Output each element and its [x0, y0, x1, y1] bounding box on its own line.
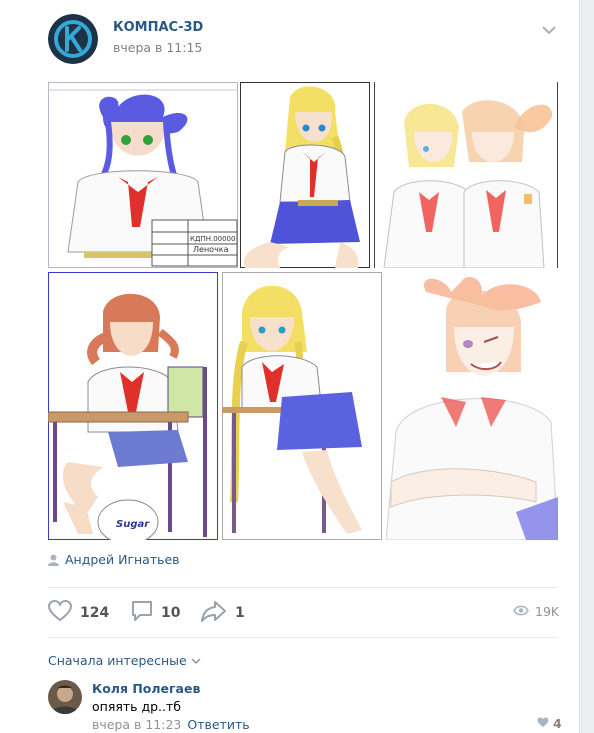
- eye-icon: [513, 604, 529, 619]
- kompas-logo: [48, 14, 98, 64]
- comment-meta: вчера в 11:23 Ответить: [92, 717, 250, 732]
- chevron-down-icon[interactable]: [540, 22, 558, 36]
- views-count: 19K: [535, 604, 560, 619]
- comment-button[interactable]: 10: [131, 600, 180, 626]
- comment-reply-link[interactable]: Ответить: [187, 717, 249, 732]
- divider-actions: [48, 587, 558, 588]
- comment-avatar[interactable]: [48, 680, 82, 714]
- community-name[interactable]: КОМПАС-3D: [113, 20, 203, 35]
- like-count: 124: [80, 605, 110, 621]
- comment-like-count: 4: [553, 716, 562, 731]
- drawing-stamp: Леночка: [193, 245, 229, 254]
- page-background-strip: [580, 0, 594, 733]
- person-icon: [48, 554, 59, 566]
- photo-1[interactable]: КДПН.00000 Леночка: [48, 82, 238, 268]
- photo-5[interactable]: [222, 272, 382, 540]
- post-time[interactable]: вчера в 11:15: [113, 40, 202, 55]
- comments-sort-dropdown[interactable]: Сначала интересные: [48, 653, 201, 668]
- drawing-code: КДПН.00000: [190, 235, 235, 243]
- post-signature[interactable]: Андрей Игнатьев: [48, 552, 180, 567]
- stool-label: Sugar: [116, 519, 150, 530]
- like-button[interactable]: 124: [47, 599, 110, 626]
- photo-2[interactable]: [240, 82, 370, 268]
- signature-name: Андрей Игнатьев: [65, 552, 180, 567]
- community-avatar[interactable]: [48, 14, 98, 64]
- views-counter: 19K: [513, 604, 559, 619]
- share-icon: [201, 600, 227, 626]
- comment-icon: [131, 600, 153, 626]
- share-button[interactable]: 1: [201, 600, 245, 626]
- photo-3[interactable]: [374, 82, 558, 268]
- sort-label: Сначала интересные: [48, 653, 187, 668]
- divider-comments: [48, 637, 558, 638]
- comment-time[interactable]: вчера в 11:23: [92, 717, 181, 732]
- comment-text: опяять др..тб: [92, 699, 181, 714]
- share-count: 1: [235, 605, 245, 621]
- heart-icon: [537, 716, 549, 731]
- heart-icon: [47, 599, 73, 626]
- comment-author[interactable]: Коля Полегаев: [92, 681, 200, 696]
- post-card: КОМПАС-3D вчера в 11:15 КДПН.00000 Леноч…: [0, 0, 580, 733]
- comment-count: 10: [161, 605, 181, 621]
- photo-6[interactable]: [386, 272, 558, 540]
- photo-4[interactable]: Sugar: [48, 272, 218, 540]
- comment-like-button[interactable]: 4: [537, 716, 562, 731]
- chevron-down-icon: [191, 653, 201, 668]
